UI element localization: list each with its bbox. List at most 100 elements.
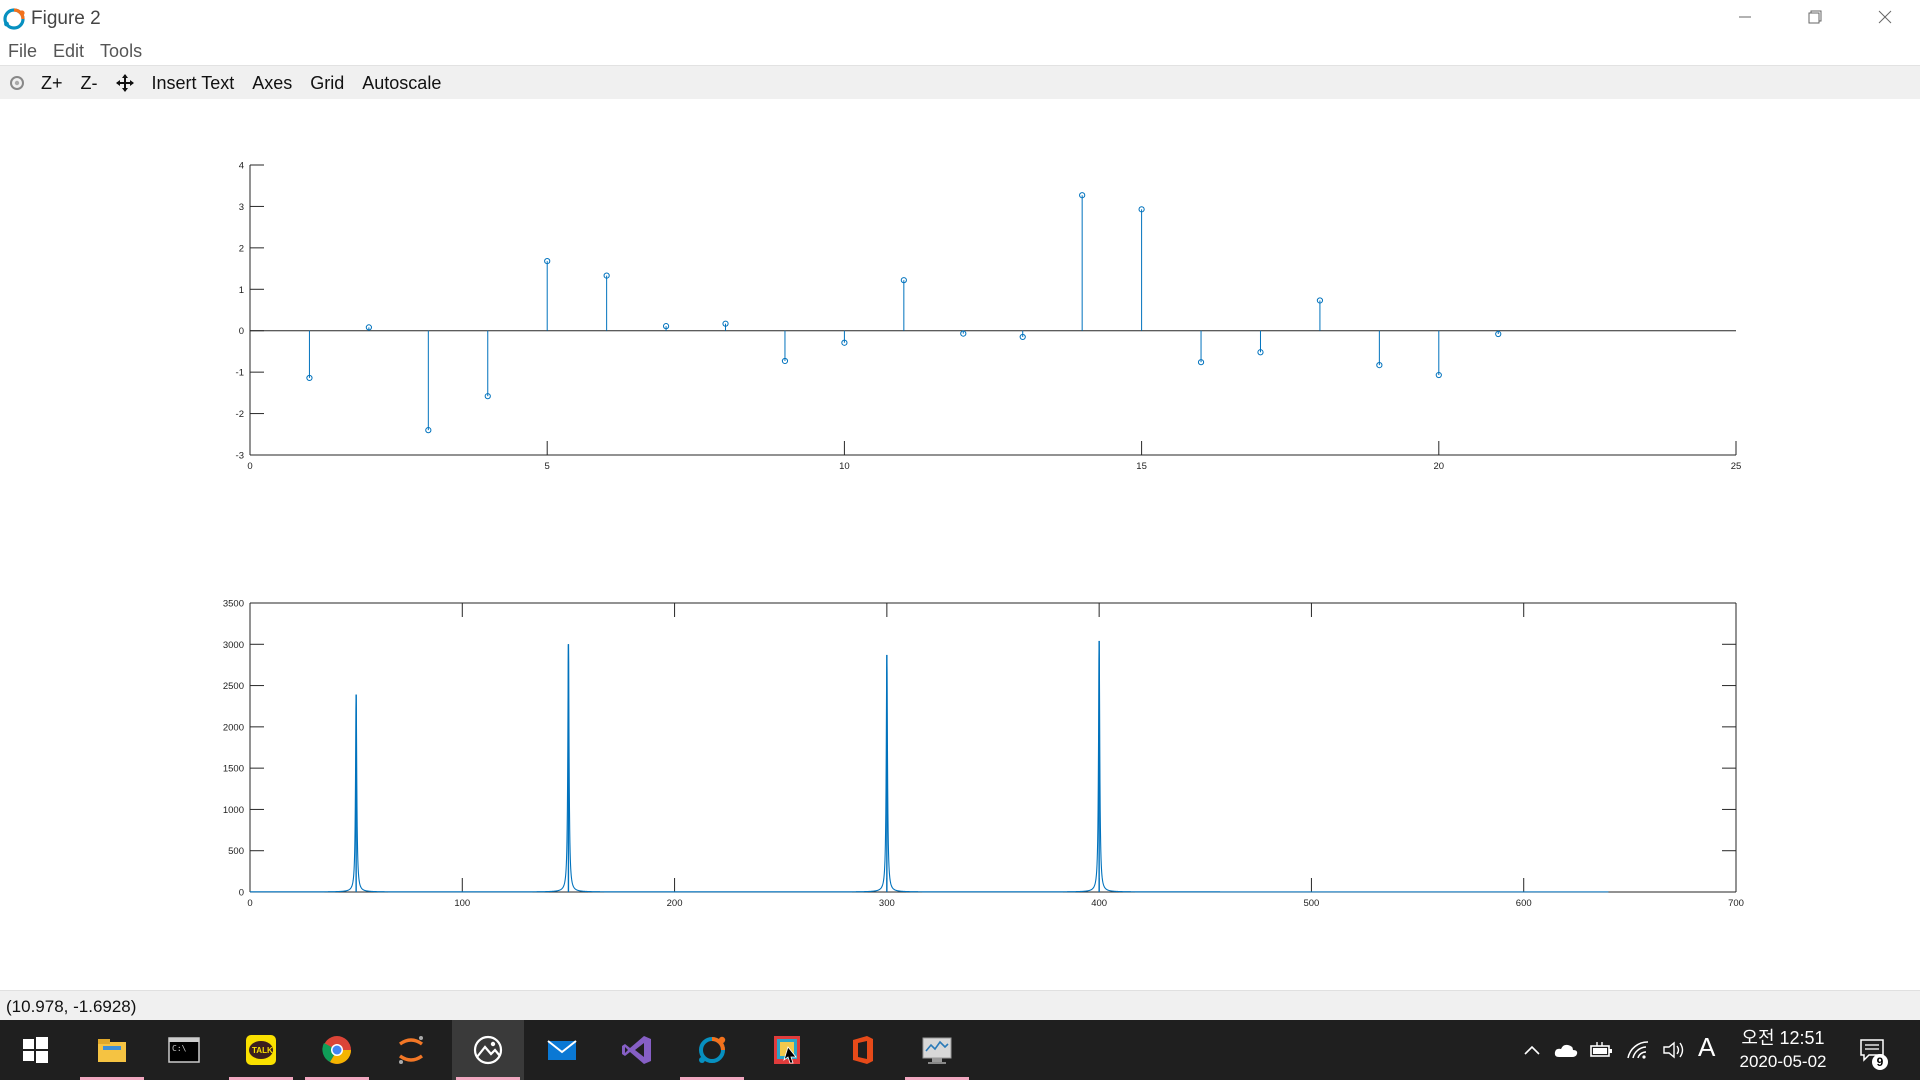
notification-count-badge: 9 <box>1872 1054 1888 1070</box>
windows-start-icon <box>23 1037 48 1063</box>
restore-icon <box>1808 10 1822 24</box>
clock-date: 2020-05-02 <box>1739 1052 1827 1071</box>
battery-tray[interactable] <box>1588 1020 1616 1080</box>
x-tick-label: 200 <box>667 898 683 909</box>
wifi-icon <box>1627 1041 1649 1059</box>
restore-button[interactable] <box>1780 0 1850 34</box>
taskbar-clock[interactable]: 오전 12:51 2020-05-02 <box>1724 1026 1842 1074</box>
x-tick-label: 500 <box>1303 898 1319 909</box>
file-explorer-icon <box>98 1039 126 1062</box>
menu-tools[interactable]: Tools <box>92 38 150 64</box>
minimize-icon <box>1739 16 1751 18</box>
y-tick-label: 1 <box>239 285 244 296</box>
taskbar-app-terminal[interactable]: C:\ <box>148 1020 220 1080</box>
y-tick-label: -2 <box>236 409 244 420</box>
grid-button[interactable]: Grid <box>301 68 353 98</box>
taskbar-app-jupyter[interactable] <box>375 1020 447 1080</box>
figure-toolbar: Z+ Z- Insert Text Axes Grid Autoscale <box>0 65 1920 100</box>
zoom-in-button[interactable]: Z+ <box>32 68 72 98</box>
taskbar-app-file-explorer[interactable] <box>76 1020 148 1080</box>
rotate-icon <box>10 75 24 90</box>
terminal-icon: C:\ <box>168 1037 200 1063</box>
rotate-button[interactable] <box>0 68 32 98</box>
y-tick-label: 500 <box>228 846 244 857</box>
x-tick-label: 700 <box>1728 898 1744 909</box>
y-tick-label: 0 <box>239 888 244 899</box>
autoscale-button[interactable]: Autoscale <box>353 68 450 98</box>
taskbar-app-mail[interactable] <box>526 1020 598 1080</box>
axes-button[interactable]: Axes <box>243 68 301 98</box>
x-tick-label: 400 <box>1091 898 1107 909</box>
y-tick-label: 4 <box>239 161 244 172</box>
menu-bar: File Edit Tools <box>0 38 1920 64</box>
mail-icon <box>547 1040 577 1060</box>
svg-text:C:\: C:\ <box>172 1044 187 1053</box>
pan-icon <box>115 73 134 92</box>
clock-time: 오전 12:51 <box>1741 1028 1825 1048</box>
y-tick-label: 2000 <box>223 722 244 733</box>
menu-file[interactable]: File <box>0 38 45 64</box>
x-tick-label: 0 <box>247 461 252 472</box>
tray-overflow-button[interactable] <box>1518 1020 1546 1080</box>
cloud-icon <box>1554 1044 1578 1057</box>
taskbar-app-photos[interactable] <box>452 1020 524 1080</box>
ime-indicator[interactable]: A <box>1698 1032 1715 1063</box>
snipping-tool-icon <box>774 1036 800 1064</box>
x-tick-label: 25 <box>1731 461 1742 472</box>
pan-button[interactable] <box>107 68 143 98</box>
visual-studio-icon <box>622 1036 651 1064</box>
taskbar-app-octave[interactable] <box>676 1020 748 1080</box>
monitor-app-icon <box>922 1037 952 1064</box>
taskbar-app-visual-studio[interactable] <box>601 1020 673 1080</box>
network-tray[interactable] <box>1624 1020 1652 1080</box>
x-tick-label: 20 <box>1434 461 1445 472</box>
x-tick-label: 300 <box>879 898 895 909</box>
y-tick-label: 2 <box>239 243 244 254</box>
status-bar: (10.978, -1.6928) <box>0 990 1920 1021</box>
y-tick-label: 3500 <box>223 599 244 610</box>
x-tick-label: 0 <box>247 898 252 909</box>
x-tick-label: 100 <box>454 898 470 909</box>
onedrive-tray[interactable] <box>1552 1020 1580 1080</box>
plot-area[interactable]: 0 5 10 15 20 25 -3 -2 -1 0 1 2 3 4 0 100 200 300 400 500 600… <box>0 99 1920 989</box>
close-button[interactable] <box>1850 0 1920 34</box>
chevron-up-icon <box>1524 1045 1540 1055</box>
y-tick-label: 0 <box>239 326 244 337</box>
svg-text:TALK: TALK <box>252 1046 273 1055</box>
x-tick-label: 10 <box>839 461 850 472</box>
y-tick-label: 1000 <box>223 805 244 816</box>
menu-edit[interactable]: Edit <box>45 38 92 64</box>
octave-figure-window: Figure 2 File Edit Tools Z+ Z- Insert Te… <box>0 0 1920 1080</box>
cursor-coordinates: (10.978, -1.6928) <box>6 997 137 1016</box>
title-bar: Figure 2 <box>0 0 1920 37</box>
speaker-icon <box>1663 1041 1684 1059</box>
figure-canvas[interactable]: 0 5 10 15 20 25 -3 -2 -1 0 1 2 3 4 0 100 200 300 400 500 600… <box>0 99 1920 989</box>
start-button[interactable] <box>0 1020 70 1080</box>
volume-tray[interactable] <box>1660 1020 1688 1080</box>
taskbar-app-snipping-tool[interactable] <box>751 1020 823 1080</box>
window-title: Figure 2 <box>31 8 101 29</box>
y-tick-label: 1500 <box>223 764 244 775</box>
taskbar-app-kakaotalk[interactable]: TALK <box>225 1020 297 1080</box>
y-tick-label: 3000 <box>223 640 244 651</box>
axes-spectrum: 0 100 200 300 400 500 600 700 0 500 1000 1500 2000 25… <box>223 599 1744 910</box>
zoom-out-button[interactable]: Z- <box>72 68 107 98</box>
photos-icon <box>473 1035 503 1065</box>
y-tick-label: -3 <box>236 451 244 462</box>
insert-text-button[interactable]: Insert Text <box>143 68 244 98</box>
taskbar-app-chrome[interactable] <box>301 1020 373 1080</box>
taskbar-app-monitor-app[interactable] <box>901 1020 973 1080</box>
action-center-button[interactable] <box>1852 1020 1892 1080</box>
close-icon <box>1878 10 1892 24</box>
axes-stem: 0 5 10 15 20 25 -3 -2 -1 0 1 2 3 4 <box>236 161 1742 473</box>
taskbar-app-office[interactable] <box>826 1020 898 1080</box>
x-tick-label: 15 <box>1136 461 1147 472</box>
jupyter-icon <box>399 1036 423 1064</box>
kakaotalk-icon: TALK <box>246 1035 276 1065</box>
y-tick-label: 2500 <box>223 681 244 692</box>
minimize-button[interactable] <box>1710 0 1780 34</box>
battery-plug-icon <box>1590 1042 1612 1057</box>
spectrum-line <box>250 640 1609 893</box>
chrome-icon <box>322 1036 351 1064</box>
y-tick-label: 3 <box>239 202 244 213</box>
